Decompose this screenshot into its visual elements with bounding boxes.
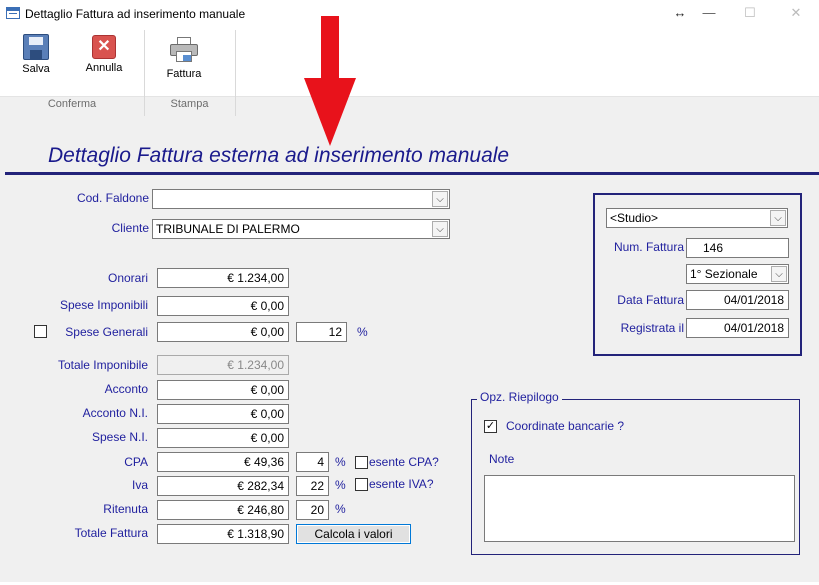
printer-icon: [169, 37, 199, 63]
iva-percent-input[interactable]: 22: [296, 476, 329, 496]
esente-cpa-label: esente CPA?: [369, 455, 439, 469]
esente-iva-checkbox[interactable]: [355, 478, 368, 491]
percent-sign: %: [335, 455, 346, 469]
note-label: Note: [489, 452, 515, 466]
coordinate-bancarie-checkbox[interactable]: ✓: [484, 420, 497, 433]
acconto-ni-input[interactable]: € 0,00: [157, 404, 289, 424]
floppy-disk-icon: [23, 34, 49, 60]
save-button-label: Salva: [22, 63, 50, 75]
chevron-down-icon[interactable]: ⌵: [432, 221, 448, 237]
esente-cpa-checkbox[interactable]: [355, 456, 368, 469]
invoice-print-label: Fattura: [166, 68, 202, 80]
sezionale-value: 1° Sezionale: [690, 267, 758, 281]
registrata-il-input[interactable]: 04/01/2018: [686, 318, 789, 338]
cpa-percent-input[interactable]: 4: [296, 452, 329, 472]
onorari-label: Onorari: [107, 271, 148, 285]
close-button[interactable]: ✕: [784, 4, 808, 22]
studio-value: <Studio>: [610, 211, 659, 225]
resize-icon[interactable]: ↔: [668, 4, 692, 22]
cliente-label: Cliente: [111, 221, 149, 235]
ritenuta-percent-input[interactable]: 20: [296, 500, 329, 520]
cpa-label: CPA: [124, 455, 148, 469]
num-fattura-input[interactable]: 146: [686, 238, 789, 258]
cod-faldone-label: Cod. Faldone: [76, 191, 149, 205]
cancel-x-icon: ✕: [92, 35, 116, 59]
heading-underline: [5, 172, 819, 175]
spese-generali-input[interactable]: € 0,00: [157, 322, 289, 342]
minimize-button[interactable]: —: [697, 4, 721, 22]
cancel-button[interactable]: ✕ Annulla: [80, 34, 128, 74]
group-label-stampa: Stampa: [170, 98, 209, 110]
spese-generali-label: Spese Generali: [65, 325, 148, 339]
cpa-input[interactable]: € 49,36: [157, 452, 289, 472]
iva-label: Iva: [131, 478, 148, 492]
ritenuta-input[interactable]: € 246,80: [157, 500, 289, 520]
acconto-label: Acconto: [104, 382, 148, 396]
totale-imponibile-input: € 1.234,00: [157, 355, 289, 375]
esente-iva-label: esente IVA?: [369, 477, 434, 491]
window-title: Dettaglio Fattura ad inserimento manuale: [25, 7, 246, 21]
app-icon: [6, 7, 20, 19]
coordinate-bancarie-label: Coordinate bancarie ?: [506, 419, 625, 433]
num-fattura-label: Num. Fattura: [613, 240, 684, 254]
data-fattura-input[interactable]: 04/01/2018: [686, 290, 789, 310]
acconto-input[interactable]: € 0,00: [157, 380, 289, 400]
ribbon-separator: [235, 30, 236, 116]
riepilogo-title: Opz. Riepilogo: [477, 390, 562, 404]
note-textarea[interactable]: [484, 475, 795, 542]
group-label-conferma: Conferma: [47, 98, 97, 110]
spese-generali-percent-input[interactable]: 12: [296, 322, 347, 342]
spese-generali-checkbox[interactable]: [34, 325, 47, 338]
calcola-valori-button[interactable]: Calcola i valori: [296, 524, 411, 544]
iva-input[interactable]: € 282,34: [157, 476, 289, 496]
onorari-input[interactable]: € 1.234,00: [157, 268, 289, 288]
cliente-combo[interactable]: TRIBUNALE DI PALERMO ⌵: [152, 219, 450, 239]
spese-ni-label: Spese N.I.: [91, 430, 148, 444]
studio-combo[interactable]: <Studio> ⌵: [606, 208, 788, 228]
percent-sign: %: [335, 478, 346, 492]
invoice-print-button[interactable]: Fattura: [160, 37, 208, 80]
red-down-arrow: [304, 16, 356, 146]
chevron-down-icon[interactable]: ⌵: [432, 191, 448, 207]
percent-sign: %: [357, 325, 368, 339]
cancel-button-label: Annulla: [85, 62, 123, 74]
totale-fattura-input[interactable]: € 1.318,90: [157, 524, 289, 544]
maximize-button: ☐: [744, 5, 756, 20]
chevron-down-icon[interactable]: ⌵: [770, 210, 786, 226]
save-button[interactable]: Salva: [12, 34, 60, 75]
totale-imponibile-label: Totale Imponibile: [57, 358, 148, 372]
spese-imponibili-input[interactable]: € 0,00: [157, 296, 289, 316]
chevron-down-icon[interactable]: ⌵: [771, 266, 787, 282]
spese-ni-input[interactable]: € 0,00: [157, 428, 289, 448]
acconto-ni-label: Acconto N.I.: [82, 406, 148, 420]
registrata-il-label: Registrata il: [620, 321, 684, 335]
form-heading: Dettaglio Fattura esterna ad inserimento…: [48, 144, 510, 167]
sezionale-combo[interactable]: 1° Sezionale ⌵: [686, 264, 789, 284]
spese-imponibili-label: Spese Imponibili: [59, 298, 148, 312]
data-fattura-label: Data Fattura: [617, 293, 684, 307]
cliente-value: TRIBUNALE DI PALERMO: [156, 222, 300, 236]
percent-sign: %: [335, 502, 346, 516]
cod-faldone-combo[interactable]: ⌵: [152, 189, 450, 209]
totale-fattura-label: Totale Fattura: [74, 526, 148, 540]
ritenuta-label: Ritenuta: [103, 502, 148, 516]
